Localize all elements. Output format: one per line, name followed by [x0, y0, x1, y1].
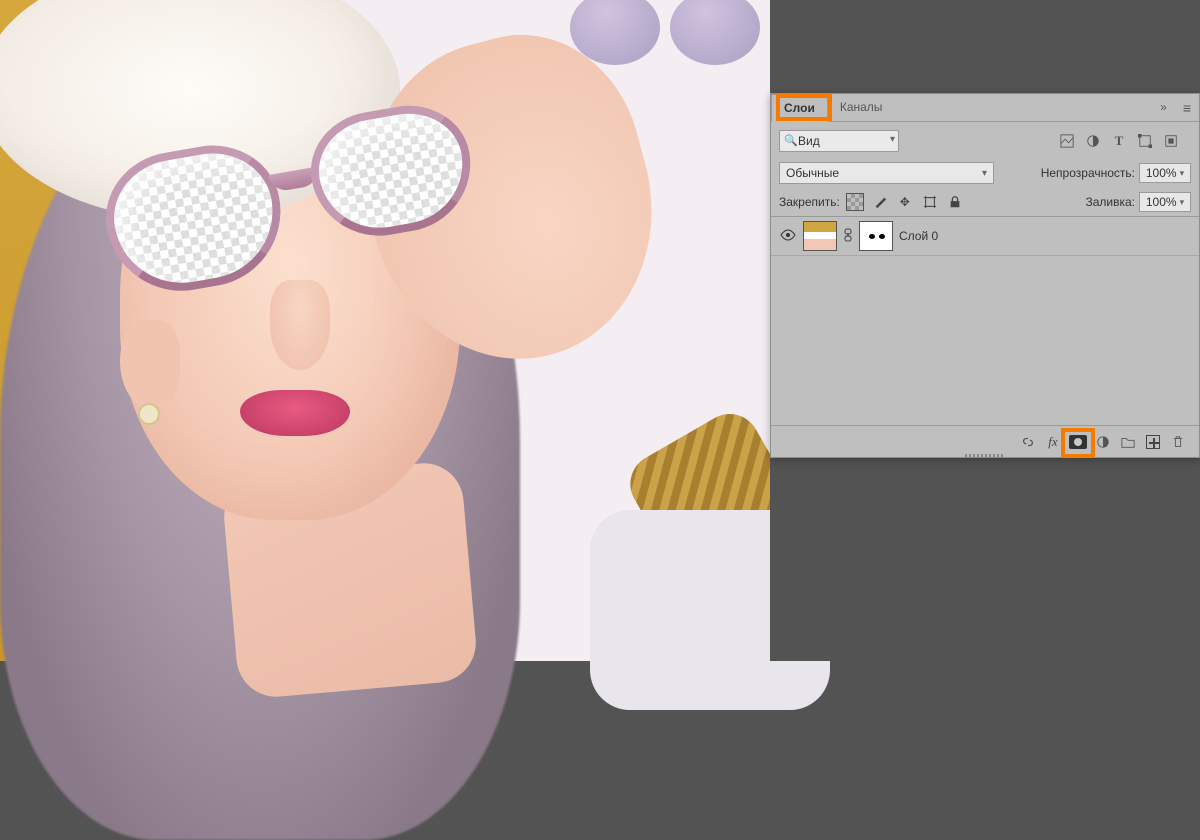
panel-tabs: Слои Каналы » ≡	[771, 94, 1199, 122]
lock-artboard-icon[interactable]	[921, 193, 939, 211]
lens-left-transparent	[96, 135, 293, 303]
blend-opacity-row: Обычные ▾ Непрозрачность: 100%▾	[771, 156, 1199, 188]
search-icon: 🔍	[784, 134, 798, 147]
add-mask-button[interactable]	[1067, 431, 1089, 453]
mask-icon	[1069, 435, 1087, 449]
tab-layers[interactable]: Слои	[771, 94, 828, 122]
filter-pixel-icon[interactable]	[1059, 133, 1075, 149]
layer-row[interactable]: Слой 0	[771, 217, 1199, 256]
delete-layer-button[interactable]	[1167, 431, 1189, 453]
opacity-label[interactable]: Непрозрачность:	[1041, 166, 1135, 180]
layer-name[interactable]: Слой 0	[899, 229, 938, 243]
layers-panel-footer: fx	[771, 425, 1199, 457]
blend-mode-value: Обычные	[786, 166, 839, 180]
new-adjustment-button[interactable]	[1092, 431, 1114, 453]
collapse-panel-icon[interactable]: »	[1152, 94, 1175, 121]
lock-fill-row: Закрепить: ✥ Заливка: 100%▾	[771, 188, 1199, 216]
chevron-down-icon[interactable]: ▾	[890, 134, 895, 145]
document-canvas[interactable]	[0, 0, 770, 661]
chevron-down-icon: ▾	[982, 168, 987, 179]
opacity-value[interactable]: 100%▾	[1139, 163, 1191, 183]
lock-transparency-icon[interactable]	[846, 193, 864, 211]
layer-thumbnail[interactable]	[803, 221, 837, 251]
link-layers-button[interactable]	[1017, 431, 1039, 453]
lens-right-transparent	[302, 96, 481, 247]
new-layer-button[interactable]	[1142, 431, 1164, 453]
new-group-button[interactable]	[1117, 431, 1139, 453]
filter-row: 🔍 ▾ T	[771, 122, 1199, 156]
panel-resize-grip[interactable]	[965, 454, 1005, 458]
tab-channels[interactable]: Каналы	[828, 94, 896, 121]
filter-shape-icon[interactable]	[1137, 133, 1153, 149]
panel-menu-icon[interactable]: ≡	[1175, 94, 1199, 121]
filter-type-icon[interactable]: T	[1111, 133, 1127, 149]
lock-all-icon[interactable]	[946, 193, 964, 211]
layer-mask-thumbnail[interactable]	[859, 221, 893, 251]
lock-pixels-icon[interactable]	[871, 193, 889, 211]
mask-link-icon[interactable]	[843, 228, 853, 245]
fill-value[interactable]: 100%▾	[1139, 192, 1191, 212]
filter-adjustment-icon[interactable]	[1085, 133, 1101, 149]
filter-smart-icon[interactable]	[1163, 133, 1179, 149]
photo-subject	[0, 0, 770, 661]
fill-label[interactable]: Заливка:	[1085, 195, 1135, 209]
lock-position-icon[interactable]: ✥	[896, 193, 914, 211]
lock-label: Закрепить:	[779, 195, 840, 209]
layer-effects-button[interactable]: fx	[1042, 431, 1064, 453]
layers-panel: Слои Каналы » ≡ 🔍 ▾ T	[770, 93, 1200, 458]
layers-list[interactable]: Слой 0	[771, 216, 1199, 426]
blend-mode-select[interactable]: Обычные ▾	[779, 162, 994, 184]
visibility-toggle-icon[interactable]	[779, 229, 797, 244]
